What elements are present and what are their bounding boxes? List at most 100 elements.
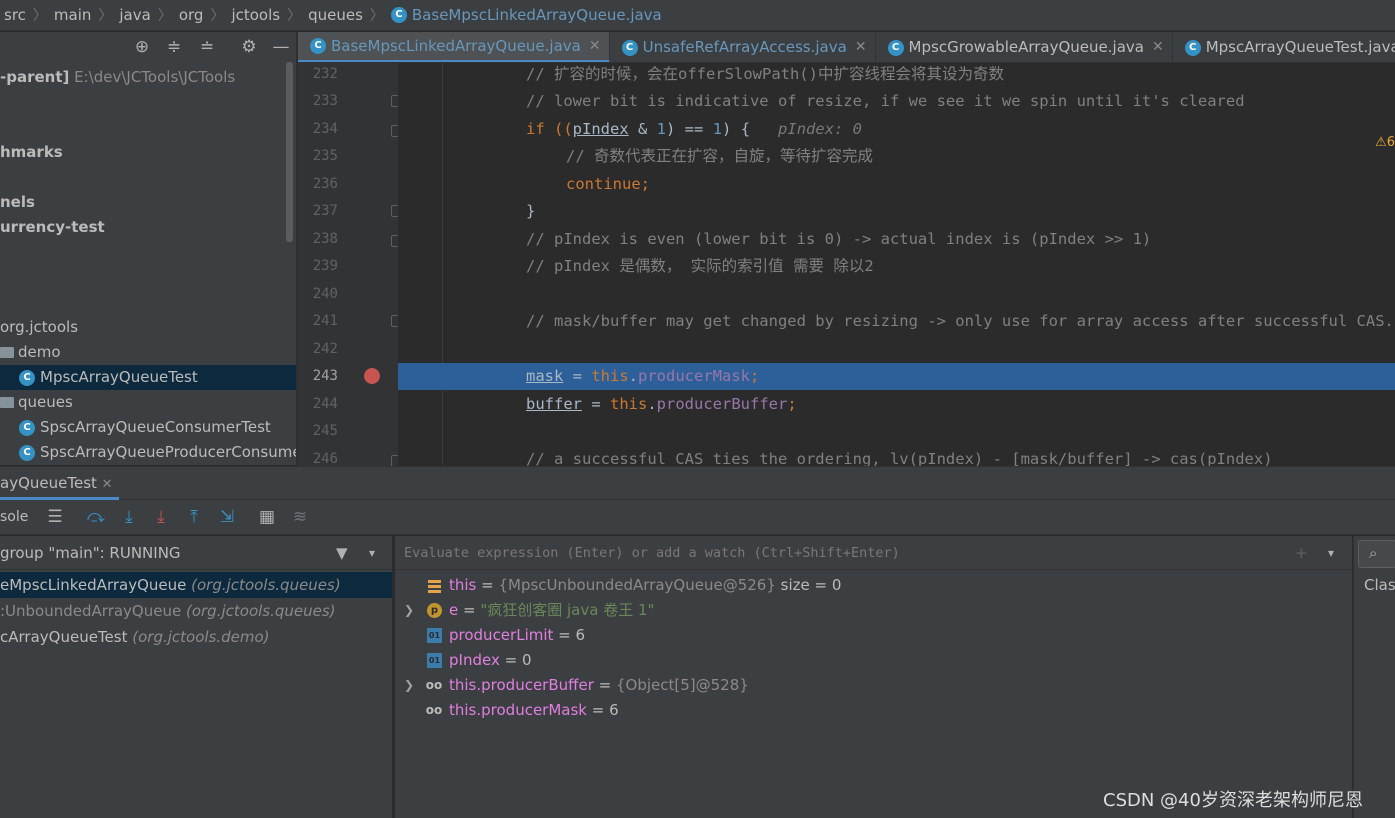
code-line: continue; — [398, 171, 1395, 198]
project-panel: ⊕ ≑ ≐ ⚙ — -parent] E:\dev\JCTools\JCTool… — [0, 32, 297, 465]
editor-gutter[interactable]: 232 233 234 235 236 237 238 239 240 241 … — [298, 63, 398, 466]
close-icon[interactable]: ✕ — [589, 32, 601, 62]
tree-item-benchmarks[interactable]: hmarks — [0, 140, 296, 165]
variable-eq: = — [553, 626, 576, 644]
tree-item-demo[interactable]: demo — [0, 340, 296, 365]
chevron-right-icon[interactable]: ❯ — [404, 673, 414, 698]
breadcrumb-main[interactable]: main — [54, 6, 91, 24]
stack-frame[interactable]: eMpscLinkedArrayQueue (org.jctools.queue… — [0, 572, 392, 598]
tree-item-channels[interactable]: nels — [0, 190, 296, 215]
code-editor[interactable]: // 扩容的时候，会在offerSlowPath()中扩容线程会将其设为奇数 /… — [398, 63, 1395, 466]
tree-item-path: E:\dev\JCTools\JCTools — [74, 68, 236, 86]
variable-row[interactable]: oo this.producerMask = 6 — [395, 698, 1352, 723]
breadcrumb-src[interactable]: src — [4, 6, 26, 24]
code-token: & — [628, 120, 657, 138]
tree-item-spscproducerconsumer[interactable]: C SpscArrayQueueProducerConsume — [0, 440, 296, 465]
tab-debug-session[interactable]: ayQueueTest ✕ — [0, 467, 119, 500]
tree-item-spscconsumertest[interactable]: C SpscArrayQueueConsumerTest — [0, 415, 296, 440]
tab-mpscarrayqueuetest[interactable]: CMpscArrayQueueTest.java✕ — [1173, 32, 1395, 62]
run-to-cursor-icon[interactable]: ⇲ — [216, 500, 238, 535]
hide-icon[interactable]: — — [270, 32, 292, 62]
code-token: } — [526, 202, 536, 220]
watermark: CSDN @40岁资深老架构师尼恩 — [1103, 790, 1363, 811]
breadcrumb-jctools[interactable]: jctools — [231, 6, 280, 24]
add-watch-icon[interactable]: + — [1295, 536, 1308, 570]
java-class-icon: C — [310, 38, 326, 54]
breadcrumb-java[interactable]: java — [119, 6, 150, 24]
tab-label: BaseMpscLinkedArrayQueue.java — [331, 36, 581, 55]
line-number: 237 — [312, 203, 338, 219]
line-number: 243 — [312, 368, 338, 384]
stack-frame[interactable]: :UnboundedArrayQueue (org.jctools.queues… — [0, 598, 392, 624]
tree-item-mpscarrayqueuetest[interactable]: C MpscArrayQueueTest — [0, 365, 296, 390]
tab-mpscgrowablearrayqueue[interactable]: C MpscGrowableArrayQueue.java ✕ — [876, 32, 1173, 62]
frame-package: (org.jctools.demo) — [132, 628, 270, 646]
code-token: 1 — [656, 120, 667, 138]
locate-icon[interactable]: ⊕ — [131, 32, 153, 62]
breadcrumb-org[interactable]: org — [179, 6, 204, 24]
variable-name: pIndex — [449, 651, 500, 669]
frame-method: eMpscLinkedArrayQueue — [0, 576, 187, 594]
filter-icon[interactable]: ▼ — [336, 536, 348, 570]
fold-marker-icon[interactable] — [391, 205, 398, 217]
variable-row[interactable]: this = {MpscUnboundedArrayQueue@526} siz… — [395, 573, 1352, 598]
parameter-icon: p — [427, 603, 442, 618]
variables-panel: Evaluate expression (Enter) or add a wat… — [395, 536, 1352, 818]
variable-row[interactable]: ❯ oo this.producerBuffer = {Object[5]@52… — [395, 673, 1352, 698]
search-icon: ⌕ — [1369, 544, 1378, 562]
chevron-right-icon[interactable]: ❯ — [404, 598, 414, 623]
tree-item-label: SpscArrayQueueProducerConsume — [40, 443, 296, 461]
breadcrumb-queues[interactable]: queues — [308, 6, 363, 24]
fold-marker-icon[interactable] — [391, 455, 398, 466]
step-into-icon[interactable]: ⤓ — [118, 500, 140, 535]
chevron-down-icon[interactable]: ▾ — [1328, 536, 1334, 570]
step-over-icon[interactable]: ⤼ — [85, 500, 107, 535]
java-class-icon: C — [19, 419, 35, 436]
tab-unsaferefarrayaccess[interactable]: C UnsafeRefArrayAccess.java ✕ — [610, 32, 876, 62]
variable-eq: = — [586, 701, 610, 719]
close-icon[interactable]: ✕ — [855, 32, 867, 62]
breadcrumb-file[interactable]: BaseMpscLinkedArrayQueue.java — [412, 6, 662, 24]
tab-basempsclinkedarrayqueue[interactable]: C BaseMpscLinkedArrayQueue.java ✕ — [298, 32, 610, 62]
tree-item-label: urrency-test — [0, 218, 105, 236]
trace-icon[interactable]: ≋ — [289, 500, 311, 535]
tree-item-parent[interactable]: -parent] E:\dev\JCTools\JCTools — [0, 65, 296, 90]
code-token: pIndex — [572, 120, 629, 138]
java-class-icon: C — [390, 7, 407, 23]
expand-all-icon[interactable]: ≑ — [163, 32, 185, 62]
variable-row[interactable]: 01 producerLimit = 6 — [395, 623, 1352, 648]
tree-item-concurrency-test[interactable]: urrency-test — [0, 215, 296, 240]
evaluate-expression-input[interactable]: Evaluate expression (Enter) or add a wat… — [395, 536, 1352, 570]
variable-row[interactable]: 01 pIndex = 0 — [395, 648, 1352, 673]
variable-row[interactable]: ❯ p e = "疯狂创客圈 java 卷王 1" — [395, 598, 1352, 623]
step-out-icon[interactable]: ⤒ — [183, 500, 205, 535]
warning-indicator[interactable]: ⚠6 — [1375, 135, 1395, 150]
close-icon[interactable]: ✕ — [102, 477, 113, 492]
fold-marker-icon[interactable] — [391, 235, 398, 247]
tree-item-label: MpscArrayQueueTest — [40, 368, 198, 386]
menu-icon[interactable]: ☰ — [44, 500, 66, 535]
tree-item-org-jctools[interactable]: org.jctools — [0, 315, 296, 340]
frame-package: (org.jctools.queues) — [191, 576, 341, 594]
collapse-all-icon[interactable]: ≐ — [196, 32, 218, 62]
comment-text: // a successful CAS ties the ordering, l… — [526, 450, 1273, 466]
tab-console[interactable]: sole — [0, 500, 28, 535]
tree-item-queues[interactable]: queues — [0, 390, 296, 415]
breakpoint-icon[interactable] — [364, 368, 380, 384]
fold-marker-icon[interactable] — [391, 315, 398, 327]
close-icon[interactable]: ✕ — [1152, 32, 1164, 62]
search-input[interactable]: ⌕ — [1358, 540, 1395, 568]
force-step-into-icon[interactable]: ⤓ — [150, 500, 172, 535]
primitive-field-icon: 01 — [427, 628, 442, 643]
stack-frame[interactable]: cArrayQueueTest (org.jctools.demo) — [0, 624, 392, 650]
code-token: mask — [526, 367, 564, 385]
fold-marker-icon[interactable] — [391, 125, 398, 137]
gear-icon[interactable]: ⚙ — [238, 32, 260, 62]
project-scrollbar[interactable] — [286, 62, 293, 242]
code-token: ; — [749, 367, 760, 385]
fold-marker-icon[interactable] — [391, 95, 398, 107]
evaluate-icon[interactable]: ▦ — [256, 500, 278, 535]
chevron-down-icon[interactable]: ▾ — [369, 536, 375, 570]
code-token: . — [628, 367, 638, 385]
thread-selector[interactable]: group "main": RUNNING ▼ ▾ — [0, 536, 392, 570]
